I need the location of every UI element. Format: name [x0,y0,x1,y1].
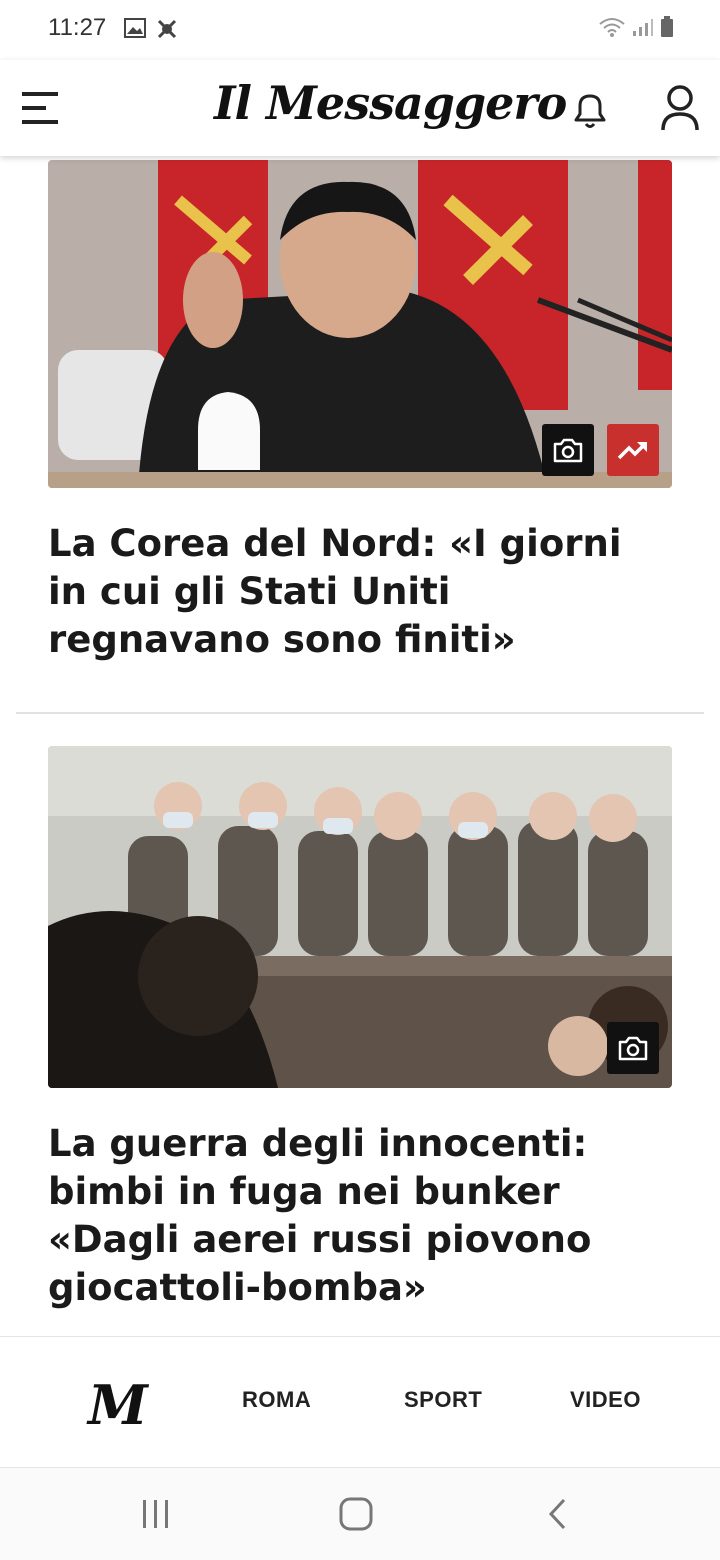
article-headline[interactable]: La Corea del Nord: «I giorni in cui gli … [48,520,672,664]
game-icon [157,19,177,39]
battery-icon [661,16,673,37]
article-headline[interactable]: La guerra degli innocenti: bimbi in fuga… [48,1120,672,1312]
wifi-icon [599,18,625,37]
nav-item-sport[interactable]: SPORT [404,1387,482,1413]
recent-apps-icon [143,1500,168,1528]
back-button[interactable] [528,1490,588,1538]
bottom-section-nav: M ROMA SPORT VIDEO [0,1336,720,1469]
trending-up-icon [617,442,647,460]
status-time: 11:27 [48,14,107,41]
nav-item-video[interactable]: VIDEO [570,1387,641,1413]
recent-apps-button[interactable] [126,1490,186,1538]
divider [16,712,704,714]
photo-gallery-badge [607,1022,659,1074]
nav-item-roma[interactable]: ROMA [242,1387,311,1413]
article-photo [48,746,672,1088]
back-icon [548,1498,566,1530]
bell-icon[interactable] [568,88,612,132]
gallery-icon [124,18,146,38]
article-image[interactable] [48,746,672,1088]
home-logo-button[interactable]: M [88,1373,148,1437]
status-bar: 11:27 [0,0,720,60]
system-navigation-bar [0,1468,720,1560]
trending-badge [607,424,659,476]
app-header: Il Messaggero [0,60,720,156]
camera-icon [618,1036,648,1061]
hamburger-menu-icon[interactable] [20,90,60,126]
article-image[interactable] [48,160,672,488]
user-profile-icon[interactable] [660,84,700,132]
brand-logo[interactable]: Il Messaggero [214,76,567,130]
photo-gallery-badge [542,424,594,476]
home-icon [339,1497,373,1531]
home-button[interactable] [326,1490,386,1538]
camera-icon [553,438,583,463]
signal-icon [633,19,653,36]
